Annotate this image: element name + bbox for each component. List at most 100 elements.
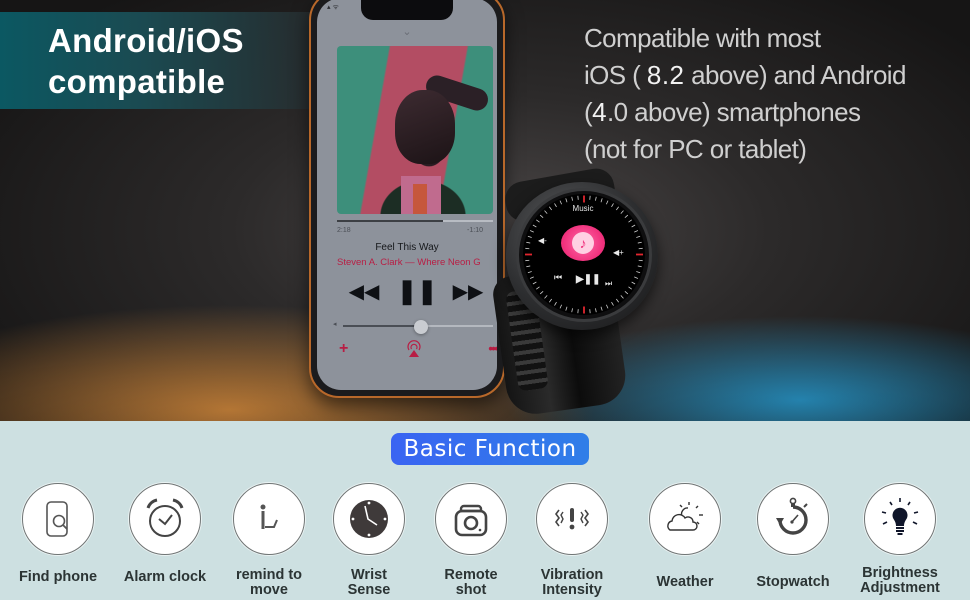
watch-minor-tick [539,291,544,295]
volume-knob[interactable] [414,320,428,334]
watch-minor-tick [606,200,609,205]
watch-minor-tick [529,276,534,279]
feature-label-line1: Alarm clock [123,569,207,585]
compat-line1: Compatible with most [584,23,821,53]
watch-minor-tick [628,286,632,290]
volume-slider[interactable]: ◂ [333,320,497,334]
feature-label: remind to move [214,568,324,598]
watch-minor-tick [532,281,537,285]
watch-minor-tick [600,198,603,203]
feature-icon-circle [129,483,201,555]
stopwatch-icon [776,497,808,535]
hero-title-line1: Android/iOS [48,22,244,59]
watch-minor-tick [554,301,557,306]
watch-play-pause-icon[interactable]: ▶❚❚ [576,274,600,285]
watch-minor-tick [532,224,537,228]
compat-line4: (not for PC or tablet) [584,134,807,164]
airplay-icon[interactable] [406,340,422,358]
watch-previous-icon[interactable]: ⏮ [554,272,562,283]
watch-minor-tick [616,298,620,303]
feature-vibration-intensity: Vibration Intensity [517,483,627,600]
watch-screen-title: Music [572,204,594,213]
watch-minor-tick [536,286,540,290]
watch-minor-tick [628,219,632,223]
watch-volume-up-icon[interactable]: ◀+ [613,248,624,257]
feature-label-line2: Adjustment [860,580,940,596]
watch-music-button[interactable]: ♪ [561,225,605,261]
pause-icon[interactable]: ❚❚ [397,279,437,305]
elapsed-time: 2:18 [337,227,351,234]
compat-line2: iOS ( 8.2 above) and Android [584,57,944,94]
feature-label: Vibration Intensity [517,568,627,598]
watch-minor-tick [636,235,641,238]
watch-minor-tick [624,214,629,218]
watch-minor-tick [548,206,552,211]
feature-label-line1: Weather [656,574,714,590]
volume-track[interactable] [343,320,493,334]
fast-forward-icon[interactable]: ▶▶ [451,279,485,305]
watch-minor-tick [571,308,573,313]
feature-label-line1: Remote [444,567,498,583]
feature-remote-shot: Remote shot [416,483,526,600]
watch-minor-tick [637,241,642,244]
watch-minor-tick [634,276,639,279]
section-title-pill: Basic Function [391,433,589,465]
album-art-tee [413,184,427,214]
watch-minor-tick [631,224,636,228]
watch-minor-tick [536,219,540,223]
watch-minor-tick [527,235,532,238]
rewind-icon[interactable]: ◀◀ [347,279,381,305]
playback-progress-bar[interactable] [337,220,493,222]
plus-icon[interactable]: + [339,340,348,358]
watch-next-icon[interactable]: ⏭ [605,279,612,289]
feature-label: Stopwatch [738,575,848,590]
watch-minor-tick [548,298,552,303]
more-icon[interactable]: ••• [488,340,497,356]
feature-icon-circle [233,483,305,555]
album-art [337,46,493,214]
feature-label: Find phone [3,570,113,585]
watch-minor-tick [637,265,642,268]
compat-paren: ( [584,97,593,127]
watch-minor-tick [544,295,548,299]
watch-minor-tick [539,214,544,218]
playback-controls: ◀◀ ❚❚ ▶▶ [317,279,497,305]
watch-volume-down-icon[interactable]: ◀- [538,236,547,245]
weather-icon [667,502,703,531]
watch-minor-tick [616,206,620,211]
camera-icon [454,504,488,537]
feature-brightness-adjustment: Brightness Adjustment [845,483,955,600]
watch-minor-tick [565,198,568,203]
playback-progress-fill [337,220,444,222]
feature-icon-circle [536,483,608,555]
android-version: 4 [592,97,608,127]
light-bulb-icon [881,498,919,535]
feature-label-line1: Find phone [18,569,98,585]
feature-icon-circle [22,483,94,555]
feature-find-phone: Find phone [3,483,113,600]
watch-minor-tick [526,265,531,268]
feature-label-line1: Wrist [351,567,387,583]
feature-label-line1: remind to [235,567,303,583]
hero-title: Android/iOS compatible [48,20,308,102]
feature-weather: Weather [630,483,740,600]
song-title: Feel This Way [375,242,439,253]
feature-icon-circle [864,483,936,555]
watch-minor-tick [600,306,603,311]
feature-alarm-clock: Alarm clock [110,483,220,600]
feature-label-line1: Vibration [540,567,604,583]
song-artist-album: Steven A. Clark — Where Neon G [337,257,481,268]
compat-line3: (4.0 above) smartphones [584,94,944,131]
feature-label-line2: shot [455,582,487,598]
phone-notch [361,0,453,20]
watch-minor-tick [571,196,573,201]
watch-minor-tick [631,281,636,285]
feature-stopwatch: Stopwatch [738,483,848,600]
chevron-down-icon[interactable]: ⌄ [397,27,417,38]
ios-version: 8.2 [646,60,685,90]
hero-banner: Android/iOS compatible Compatible with m… [0,0,970,421]
phone-screen: ▴ ᯤ ⌄ 2:18 -1:10 Feel This Way Steven A.… [317,0,497,390]
compatibility-text: Compatible with most iOS ( 8.2 above) an… [584,20,944,168]
watch-minor-tick [554,203,557,208]
status-bar-icons: ▴ ᯤ [327,4,339,11]
